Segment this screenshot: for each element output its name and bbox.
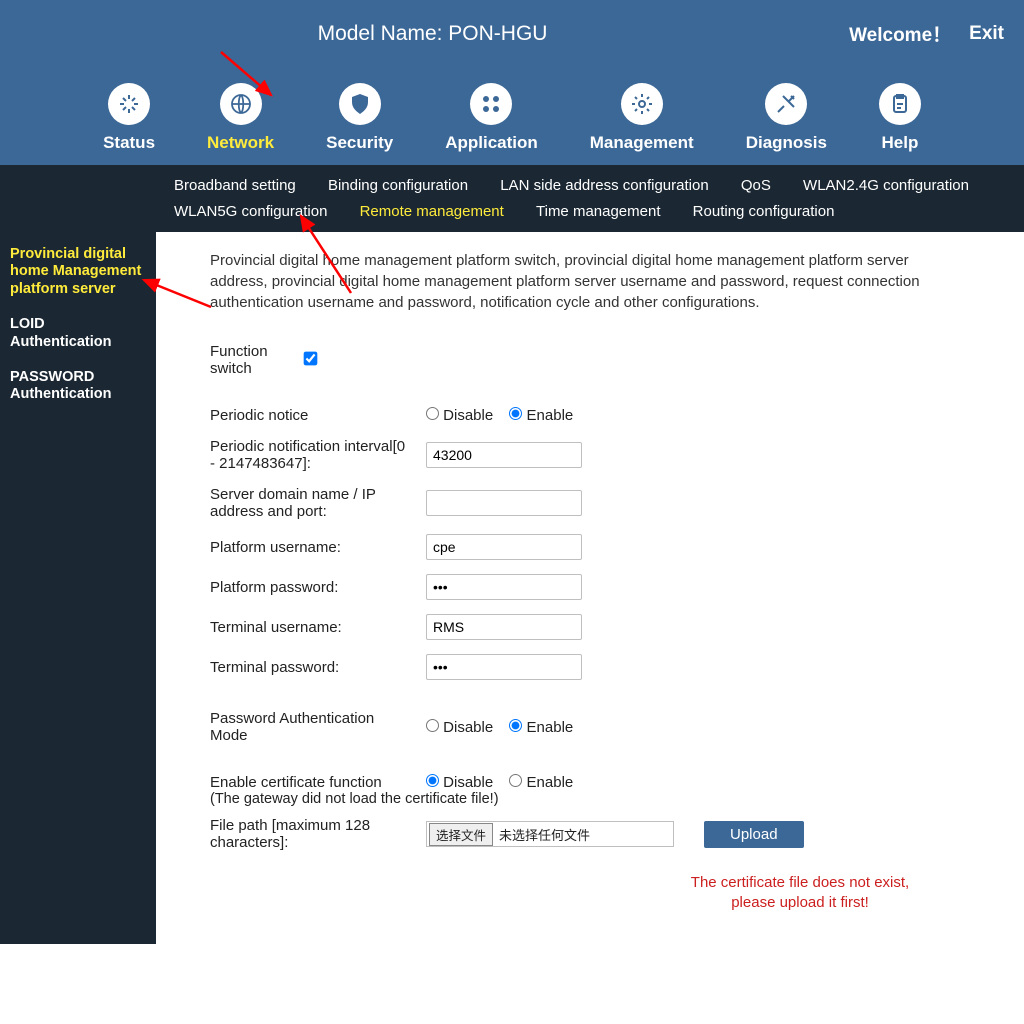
pwd-auth-disable[interactable]: Disable bbox=[426, 719, 493, 736]
nav-diagnosis[interactable]: Diagnosis bbox=[746, 83, 827, 153]
platform-user-input[interactable] bbox=[426, 534, 582, 560]
nav-application[interactable]: Application bbox=[445, 83, 538, 153]
cert-note: (The gateway did not load the certificat… bbox=[210, 791, 984, 807]
file-input[interactable]: 选择文件 未选择任何文件 bbox=[426, 821, 674, 847]
sub-nav: Broadband setting Binding configuration … bbox=[0, 165, 1024, 232]
terminal-pass-input[interactable] bbox=[426, 654, 582, 680]
subnav-broadband[interactable]: Broadband setting bbox=[174, 177, 296, 194]
page-description: Provincial digital home management platf… bbox=[210, 250, 970, 313]
file-choose-button[interactable]: 选择文件 bbox=[429, 823, 493, 846]
terminal-user-label: Terminal username: bbox=[210, 619, 426, 636]
globe-icon bbox=[220, 83, 262, 125]
periodic-notice-disable[interactable]: Disable bbox=[426, 407, 493, 424]
subnav-remote[interactable]: Remote management bbox=[360, 203, 504, 220]
sidebar-item-platform-server[interactable]: Provincial digital home Management platf… bbox=[10, 246, 146, 298]
pwd-auth-enable[interactable]: Enable bbox=[509, 719, 573, 736]
nav-management[interactable]: Management bbox=[590, 83, 694, 153]
function-switch-checkbox[interactable] bbox=[304, 351, 318, 365]
gear-icon bbox=[621, 83, 663, 125]
server-label: Server domain name / IP address and port… bbox=[210, 486, 426, 520]
nav-security[interactable]: Security bbox=[326, 83, 393, 153]
interval-input[interactable] bbox=[426, 442, 582, 468]
nav-help[interactable]: Help bbox=[879, 83, 921, 153]
periodic-notice-label: Periodic notice bbox=[210, 407, 426, 424]
grid-icon bbox=[470, 83, 512, 125]
nav-status[interactable]: Status bbox=[103, 83, 155, 153]
tools-icon bbox=[765, 83, 807, 125]
sidebar-item-password-auth[interactable]: PASSWORD Authentication bbox=[10, 369, 146, 404]
subnav-wlan5g[interactable]: WLAN5G configuration bbox=[174, 203, 327, 220]
subnav-qos[interactable]: QoS bbox=[741, 177, 771, 194]
welcome-link[interactable]: Welcome！ bbox=[849, 20, 951, 47]
platform-pass-input[interactable] bbox=[426, 574, 582, 600]
main-nav: Status Network Security Application Mana… bbox=[0, 57, 1024, 165]
exit-link[interactable]: Exit bbox=[969, 23, 1004, 45]
sidebar: Provincial digital home Management platf… bbox=[0, 232, 156, 944]
terminal-user-input[interactable] bbox=[426, 614, 582, 640]
cert-warning: The certificate file does not exist, ple… bbox=[690, 873, 910, 914]
platform-pass-label: Platform password: bbox=[210, 579, 426, 596]
subnav-wlan24g[interactable]: WLAN2.4G configuration bbox=[803, 177, 969, 194]
function-switch-label: Function switch bbox=[210, 343, 304, 377]
pwd-auth-label: Password Authentication Mode bbox=[210, 710, 426, 744]
file-none-text: 未选择任何文件 bbox=[499, 825, 590, 844]
sidebar-item-loid-auth[interactable]: LOID Authentication bbox=[10, 316, 146, 351]
model-name: Model Name: PON-HGU bbox=[16, 22, 849, 46]
cert-label: Enable certificate function bbox=[210, 774, 426, 791]
subnav-lan[interactable]: LAN side address configuration bbox=[500, 177, 708, 194]
server-input[interactable] bbox=[426, 490, 582, 516]
subnav-binding[interactable]: Binding configuration bbox=[328, 177, 468, 194]
upload-button[interactable]: Upload bbox=[704, 821, 804, 848]
shield-icon bbox=[339, 83, 381, 125]
cert-disable[interactable]: Disable bbox=[426, 774, 493, 791]
platform-user-label: Platform username: bbox=[210, 539, 426, 556]
nav-network[interactable]: Network bbox=[207, 83, 274, 153]
interval-label: Periodic notification interval[0 - 21474… bbox=[210, 438, 426, 472]
main-content: Provincial digital home management platf… bbox=[156, 232, 1024, 944]
file-path-label: File path [maximum 128 characters]: bbox=[210, 817, 426, 851]
terminal-pass-label: Terminal password: bbox=[210, 659, 426, 676]
subnav-time[interactable]: Time management bbox=[536, 203, 661, 220]
subnav-routing[interactable]: Routing configuration bbox=[693, 203, 835, 220]
clipboard-icon bbox=[879, 83, 921, 125]
cert-enable[interactable]: Enable bbox=[509, 774, 573, 791]
status-icon bbox=[108, 83, 150, 125]
periodic-notice-enable[interactable]: Enable bbox=[509, 407, 573, 424]
